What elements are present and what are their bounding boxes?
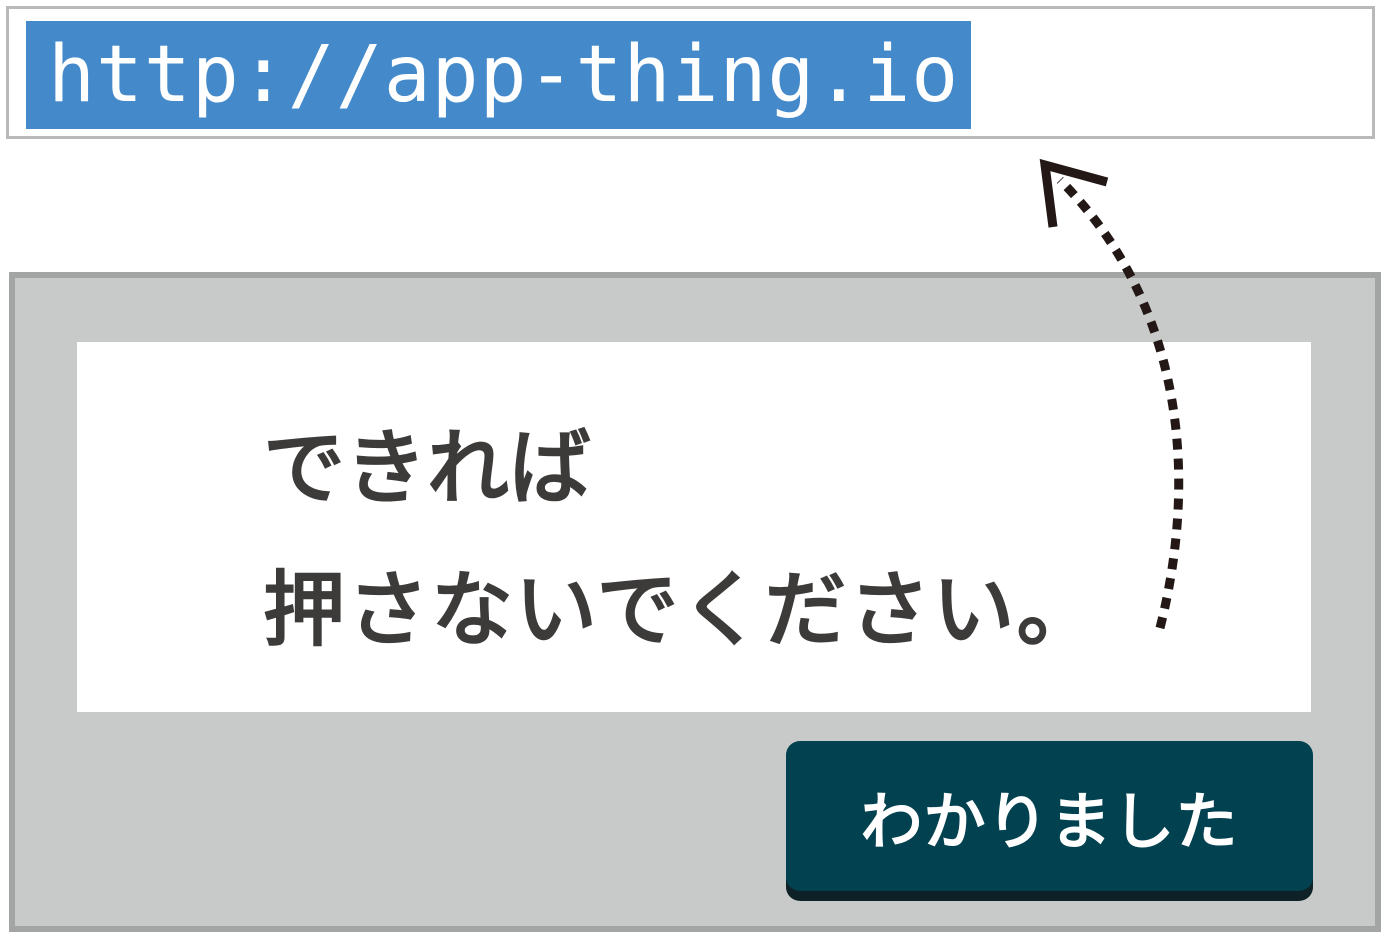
address-bar-url-selected[interactable]: http://app-thing.io <box>26 21 972 129</box>
ok-button[interactable]: わかりました <box>786 741 1313 891</box>
address-bar[interactable]: http://app-thing.io <box>6 6 1375 139</box>
ok-button-label: わかりました <box>860 785 1239 858</box>
message-panel: できれば 押さないでください。 <box>77 342 1311 712</box>
message-line-1: できれば <box>263 421 592 516</box>
message-line-2: 押さないでください。 <box>263 563 1101 658</box>
modal-dialog: できれば 押さないでください。 わかりました <box>9 272 1381 932</box>
